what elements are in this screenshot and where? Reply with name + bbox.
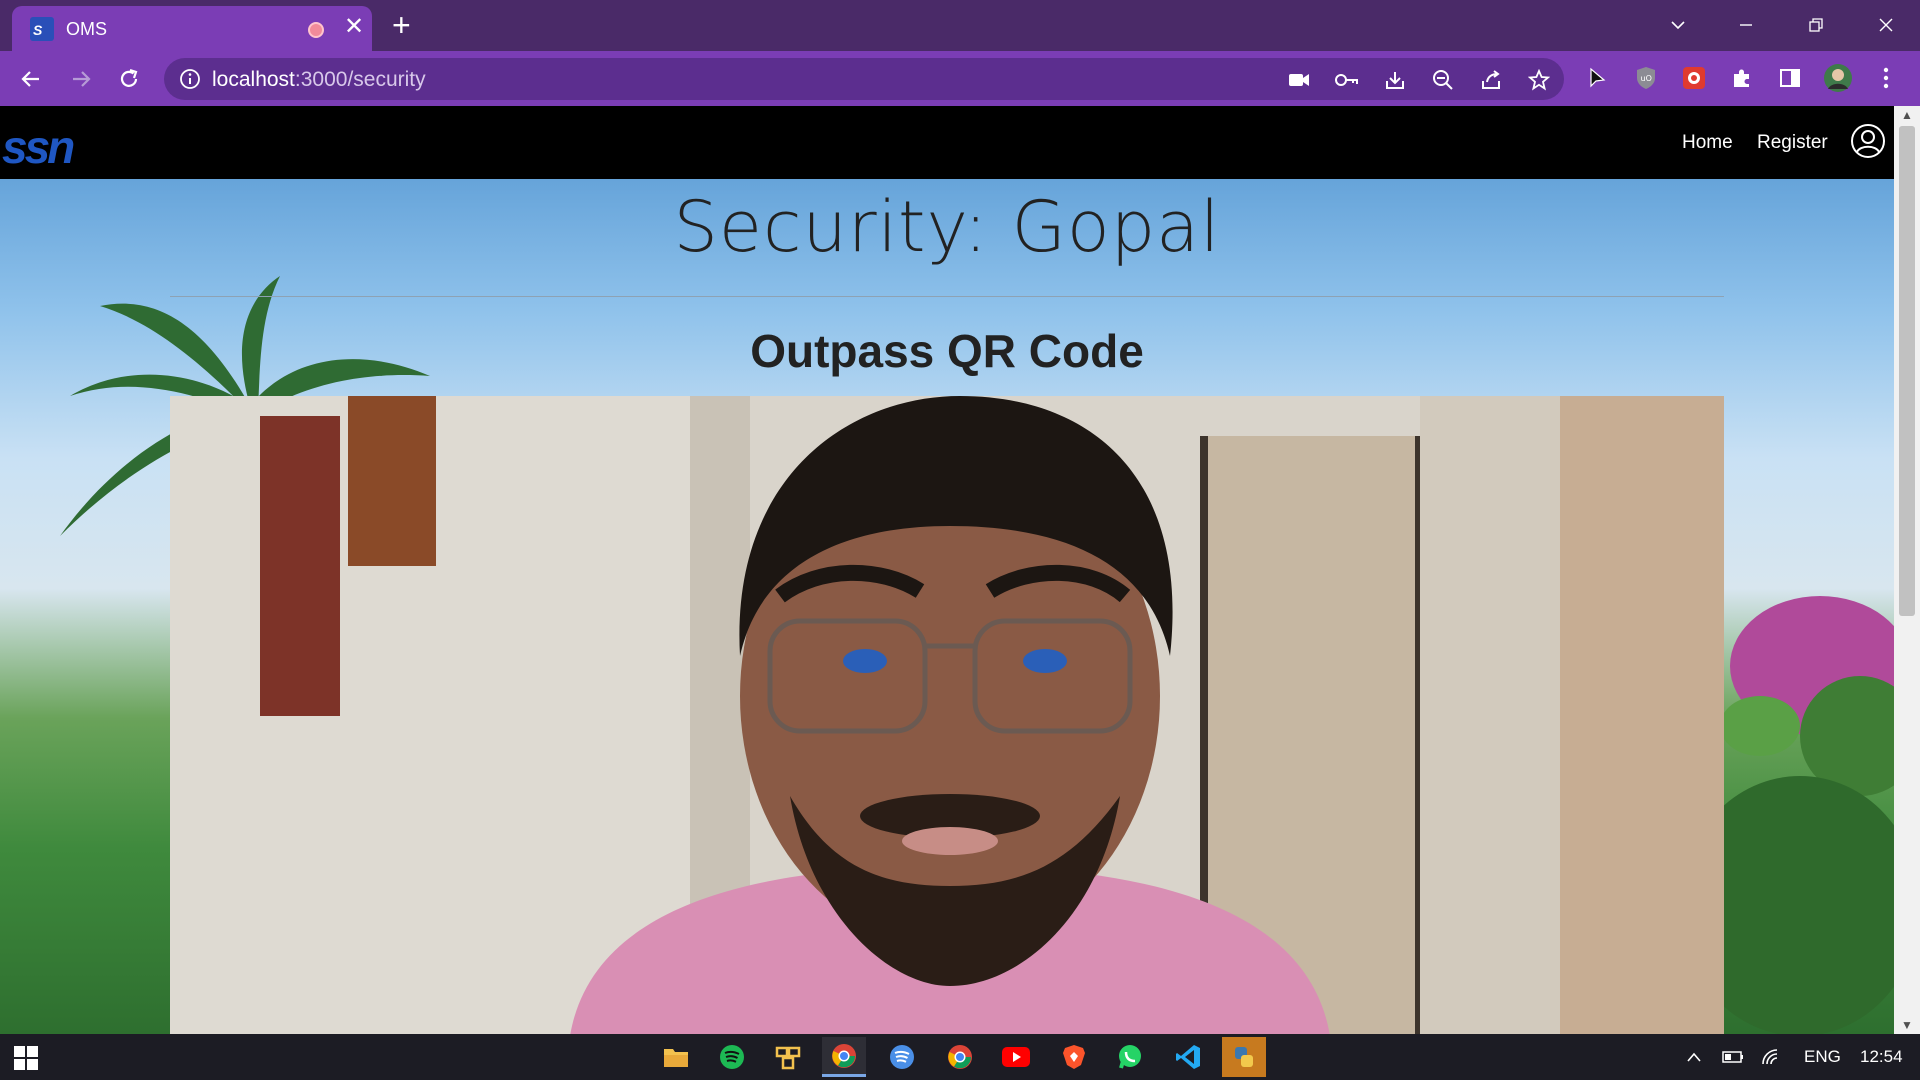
scroll-up-arrow-icon[interactable]: ▲: [1900, 108, 1914, 122]
cursor-extension-icon[interactable]: [1582, 62, 1614, 94]
back-icon[interactable]: [14, 62, 48, 96]
system-clock[interactable]: 12:54: [1860, 1047, 1903, 1067]
zoom-out-icon[interactable]: [1430, 67, 1456, 93]
whatsapp-icon[interactable]: [1108, 1037, 1152, 1077]
page-scrollbar[interactable]: ▲ ▼: [1894, 106, 1920, 1034]
browser-tab[interactable]: S OMS ✕: [12, 6, 372, 51]
scroll-down-arrow-icon[interactable]: ▼: [1900, 1018, 1914, 1032]
site-info-icon[interactable]: [179, 68, 201, 90]
nav-link-register[interactable]: Register: [1757, 132, 1828, 154]
recording-indicator-icon: [308, 22, 324, 38]
bougainvillea-bush-image: [1700, 596, 1894, 1034]
svg-text:uO: uO: [1641, 74, 1652, 83]
ssn-favicon-icon: S: [30, 17, 54, 41]
tab-close-icon[interactable]: ✕: [344, 15, 364, 39]
input-language[interactable]: ENG: [1804, 1047, 1841, 1067]
install-app-icon[interactable]: [1382, 67, 1408, 93]
url-host: localhost: [212, 68, 295, 91]
svg-text:S: S: [33, 22, 43, 38]
bookmark-star-icon[interactable]: [1526, 67, 1552, 93]
share-icon[interactable]: [1478, 67, 1504, 93]
battery-icon[interactable]: [1718, 1037, 1748, 1077]
url-path: :3000/security: [294, 68, 426, 91]
close-window-icon[interactable]: [1868, 7, 1904, 43]
forward-icon[interactable]: [64, 62, 98, 96]
red-extension-icon[interactable]: [1678, 62, 1710, 94]
camera-in-use-icon[interactable]: [1286, 67, 1312, 93]
extensions-puzzle-icon[interactable]: [1726, 62, 1758, 94]
vscode-icon[interactable]: [1166, 1037, 1210, 1077]
file-explorer-icon[interactable]: [654, 1037, 698, 1077]
windows-start-icon[interactable]: [14, 1046, 38, 1070]
restore-icon[interactable]: [1798, 7, 1834, 43]
brave-icon[interactable]: [1052, 1037, 1096, 1077]
page-viewport: ssn Home Register Security: Gopal Outpas…: [0, 106, 1894, 1034]
ublock-extension-icon[interactable]: uO: [1630, 62, 1662, 94]
chrome-profile-icon[interactable]: [938, 1037, 982, 1077]
browser-tab-strip: S OMS ✕ +: [0, 0, 1920, 51]
site-navbar: ssn Home Register: [0, 106, 1894, 179]
tab-search-icon[interactable]: [1660, 7, 1696, 43]
qr-scanner-camera-feed[interactable]: [170, 396, 1724, 1034]
spotify-icon[interactable]: [710, 1037, 754, 1077]
minimize-icon[interactable]: [1728, 7, 1764, 43]
nav-link-home[interactable]: Home: [1682, 132, 1733, 154]
youtube-icon[interactable]: [994, 1037, 1038, 1077]
scrollbar-thumb[interactable]: [1899, 126, 1915, 616]
title-divider: [170, 296, 1724, 297]
user-account-icon[interactable]: [1850, 123, 1886, 159]
python-idle-icon[interactable]: [1222, 1037, 1266, 1077]
section-subtitle: Outpass QR Code: [750, 325, 1144, 377]
windows-taskbar: ENG 12:54: [0, 1034, 1920, 1080]
show-hidden-icons-icon[interactable]: [1680, 1037, 1708, 1077]
chrome-icon[interactable]: [822, 1037, 866, 1077]
new-tab-icon[interactable]: +: [392, 9, 411, 41]
ssn-logo[interactable]: ssn: [2, 120, 75, 174]
page-title: Security: Gopal: [673, 186, 1221, 268]
tab-title: OMS: [66, 19, 108, 39]
reload-icon[interactable]: [112, 62, 146, 96]
kanban-app-icon[interactable]: [766, 1037, 810, 1077]
key-icon[interactable]: [1334, 67, 1360, 93]
browser-toolbar: localhost:3000/security uO: [0, 51, 1920, 106]
side-panel-icon[interactable]: [1774, 62, 1806, 94]
url-text[interactable]: localhost:3000/security: [212, 68, 426, 92]
address-bar[interactable]: localhost:3000/security: [164, 58, 1564, 100]
wifi-icon[interactable]: [1756, 1037, 1786, 1077]
blue-music-app-icon[interactable]: [880, 1037, 924, 1077]
browser-menu-icon[interactable]: [1870, 62, 1902, 94]
profile-avatar[interactable]: [1822, 62, 1854, 94]
